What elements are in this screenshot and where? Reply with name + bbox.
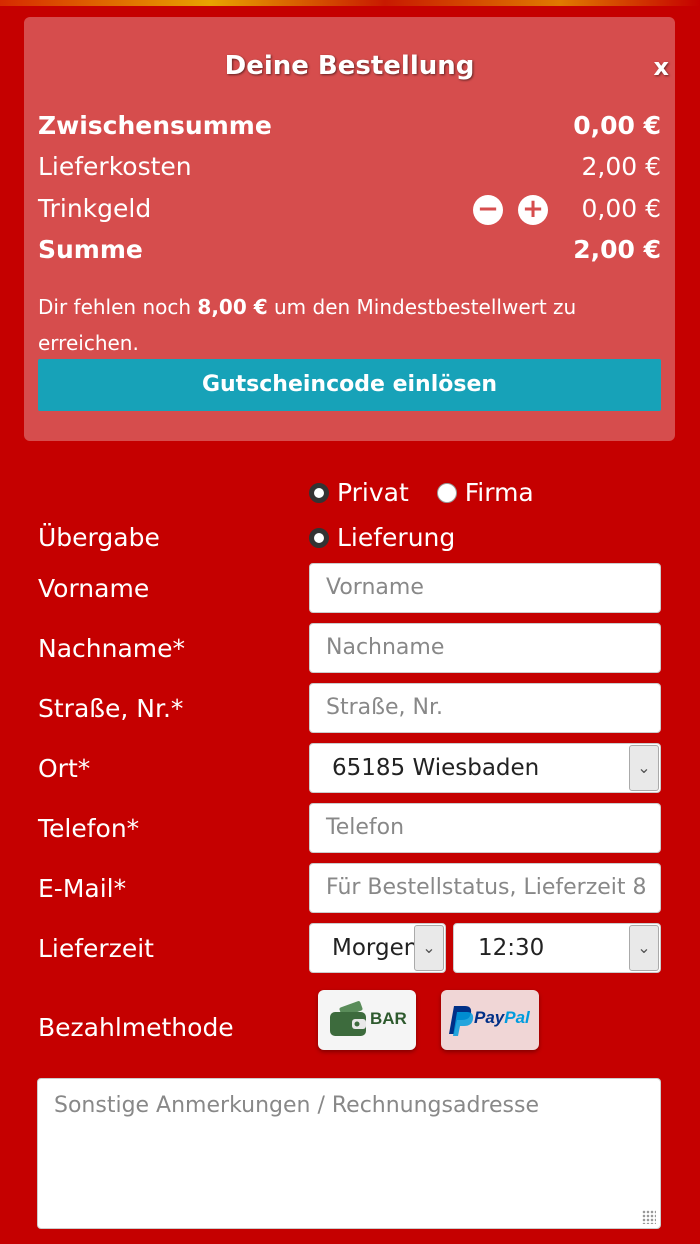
radio-delivery[interactable]: Lieferung <box>309 523 455 552</box>
redeem-voucher-button[interactable]: Gutscheincode einlösen <box>38 359 661 411</box>
email-input[interactable]: Für Bestellstatus, Lieferzeit 8 <box>309 863 661 913</box>
delivery-cost-value: 2,00 € <box>581 152 661 181</box>
firstname-input[interactable]: Vorname <box>309 563 661 613</box>
city-select-value: 65185 Wiesbaden <box>332 755 540 781</box>
total-label: Summe <box>38 235 143 264</box>
subtotal-row: Zwischensumme 0,00 € <box>38 109 661 143</box>
delivery-cost-row: Lieferkosten 2,00 € <box>38 150 661 184</box>
payment-method-label: Bezahlmethode <box>38 1013 234 1042</box>
chevron-down-icon[interactable]: ⌄ <box>629 745 659 791</box>
note-prefix: Dir fehlen noch <box>38 295 198 319</box>
resize-grip-icon[interactable] <box>642 1210 656 1224</box>
handover-group: Lieferung <box>309 521 455 555</box>
delivery-time-select[interactable]: 12:30 ⌄ <box>453 923 661 973</box>
chevron-down-icon[interactable]: ⌄ <box>629 925 659 971</box>
customer-type-group: Privat Firma <box>309 476 534 510</box>
note-amount: 8,00 € <box>197 295 268 319</box>
handover-label: Übergabe <box>38 523 160 552</box>
remarks-textarea[interactable]: Sonstige Anmerkungen / Rechnungsadresse <box>37 1078 661 1229</box>
radio-private[interactable]: Privat <box>309 478 409 507</box>
subtotal-label: Zwischensumme <box>38 111 272 140</box>
email-label: E-Mail* <box>38 874 127 903</box>
plus-circle-icon[interactable]: + <box>518 195 548 225</box>
radio-delivery-label[interactable]: Lieferung <box>337 523 455 552</box>
minimum-order-note: Dir fehlen noch 8,00 € um den Mindestbes… <box>38 289 661 361</box>
paypal-label: PayPal <box>474 1008 530 1027</box>
firstname-label: Vorname <box>38 574 150 603</box>
delivery-time-label: Lieferzeit <box>38 934 154 963</box>
remarks-placeholder: Sonstige Anmerkungen / Rechnungsadresse <box>54 1093 539 1118</box>
delivery-day-value: Morgen <box>332 935 419 961</box>
lastname-label: Nachname* <box>38 634 186 663</box>
radio-delivery-indicator[interactable] <box>309 528 329 548</box>
radio-company-label[interactable]: Firma <box>465 478 534 507</box>
tip-value: 0,00 € <box>581 194 661 223</box>
delivery-day-select[interactable]: Morgen ⌄ <box>309 923 446 973</box>
lastname-input[interactable]: Nachname <box>309 623 661 673</box>
radio-private-indicator[interactable] <box>309 483 329 503</box>
tip-label: Trinkgeld <box>38 194 152 223</box>
header-strip <box>0 0 700 6</box>
radio-company-indicator[interactable] <box>436 483 457 503</box>
city-label: Ort* <box>38 754 91 783</box>
radio-private-label[interactable]: Privat <box>337 478 409 507</box>
radio-company[interactable]: Firma <box>436 478 534 507</box>
pay-paypal-button[interactable]: PayPal <box>441 990 539 1050</box>
close-button[interactable]: x <box>654 53 669 81</box>
subtotal-value: 0,00 € <box>573 111 661 140</box>
tip-row: Trinkgeld − + 0,00 € <box>38 192 661 226</box>
cash-label: BAR <box>370 1009 407 1028</box>
total-value: 2,00 € <box>573 235 661 264</box>
phone-input[interactable]: Telefon <box>309 803 661 853</box>
delivery-cost-label: Lieferkosten <box>38 152 192 181</box>
street-input[interactable]: Straße, Nr. <box>309 683 661 733</box>
order-summary-panel: Deine Bestellung x Zwischensumme 0,00 € … <box>24 17 675 441</box>
order-title: Deine Bestellung <box>224 51 475 81</box>
minus-circle-icon[interactable]: − <box>473 195 503 225</box>
pay-cash-button[interactable]: BAR <box>318 990 416 1050</box>
chevron-down-icon[interactable]: ⌄ <box>414 925 444 971</box>
street-label: Straße, Nr.* <box>38 694 184 723</box>
city-select[interactable]: 65185 Wiesbaden ⌄ <box>309 743 661 793</box>
total-row: Summe 2,00 € <box>38 233 661 267</box>
delivery-time-value: 12:30 <box>478 935 545 961</box>
phone-label: Telefon* <box>38 814 140 843</box>
